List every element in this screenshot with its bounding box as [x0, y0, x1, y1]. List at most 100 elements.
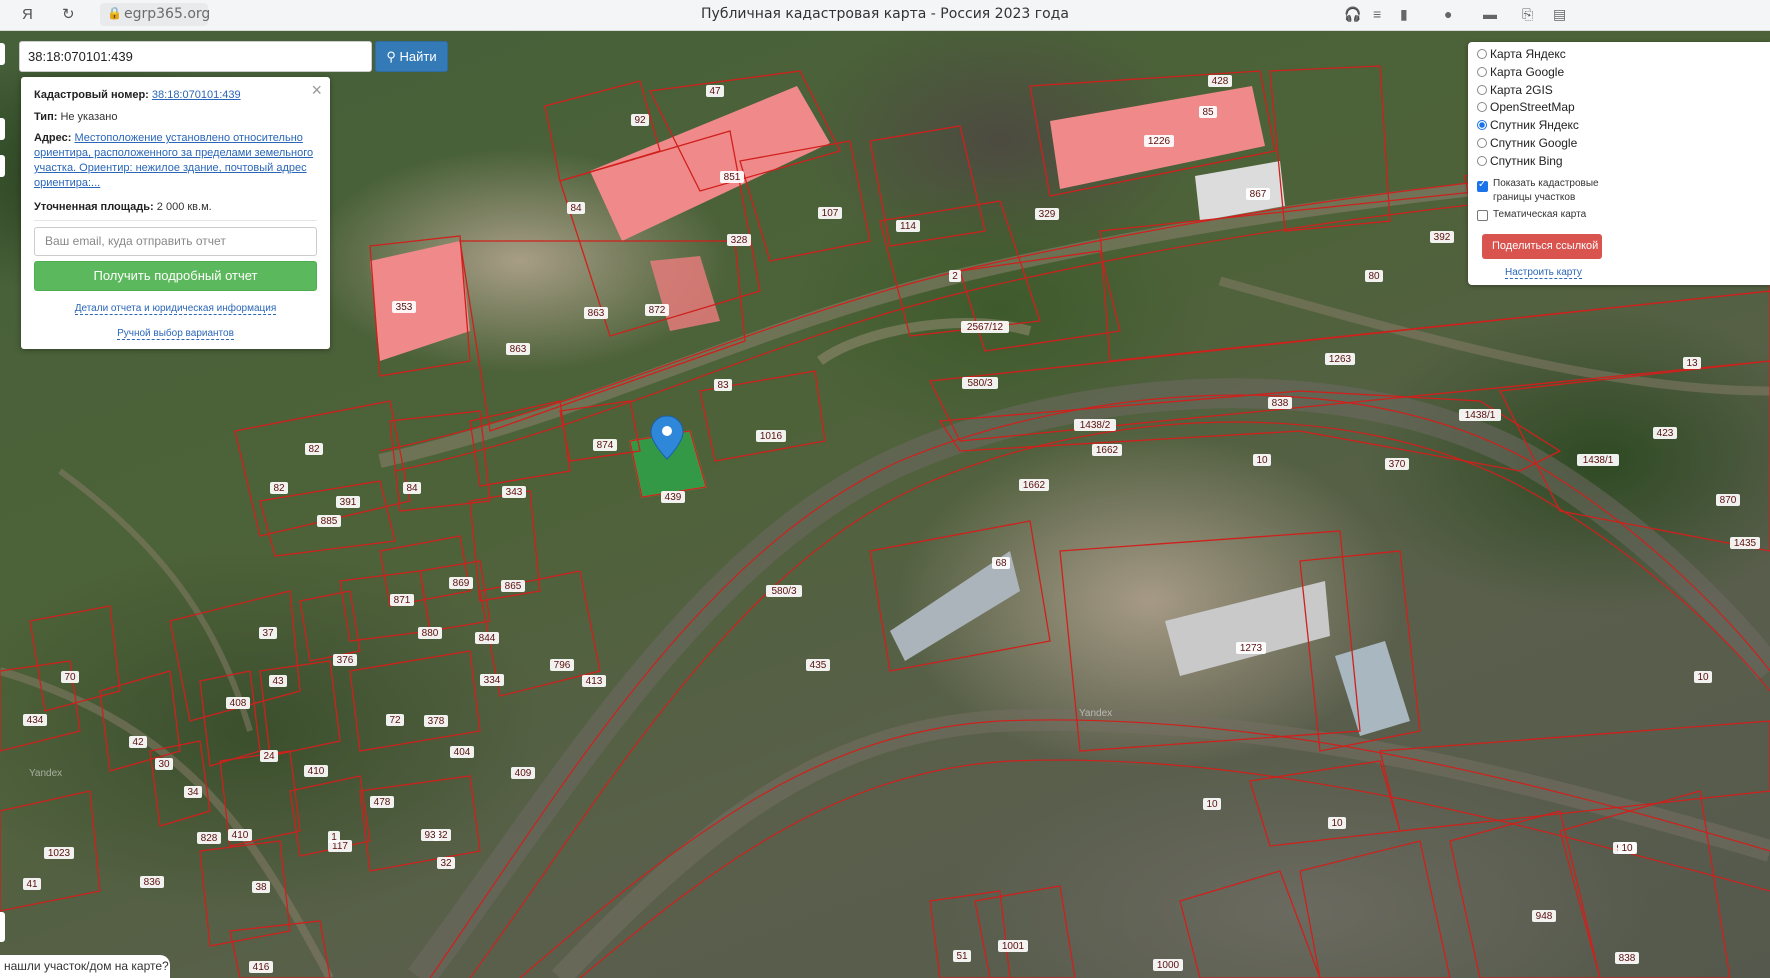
parcel-number-label[interactable]: 838: [1268, 397, 1292, 409]
basemap-option[interactable]: Спутник Bing: [1477, 153, 1563, 170]
parcel-number-label[interactable]: 1438/1: [1577, 454, 1619, 466]
parcel-number-label[interactable]: 1: [328, 831, 340, 843]
radio-button[interactable]: [1477, 66, 1487, 77]
report-details-link[interactable]: Детали отчета и юридическая информация: [74, 303, 277, 315]
configure-map-link[interactable]: Настроить карту: [1505, 267, 1582, 279]
parcel-number-label[interactable]: 880: [418, 627, 442, 639]
parcel-number-label[interactable]: 580/3: [766, 585, 802, 597]
basemap-option[interactable]: Карта Яндекс: [1477, 46, 1566, 63]
parcel-number-label[interactable]: 114: [896, 220, 920, 232]
downloads-icon[interactable]: ⎘: [1522, 6, 1533, 23]
basemap-option[interactable]: Спутник Яндекс: [1477, 117, 1579, 134]
parcel-number-label[interactable]: 51: [953, 950, 971, 962]
parcel-number-label[interactable]: 404: [450, 746, 474, 758]
manual-selection-link[interactable]: Ручной выбор вариантов: [117, 328, 234, 340]
parcel-number-label[interactable]: 343: [502, 486, 526, 498]
parcel-number-label[interactable]: 37: [259, 627, 277, 639]
parcel-number-label[interactable]: 84: [567, 202, 585, 214]
parcel-number-label[interactable]: 334: [480, 674, 504, 686]
parcel-number-label[interactable]: 376: [333, 654, 357, 666]
parcel-number-label[interactable]: 428: [1208, 75, 1232, 87]
basemap-option[interactable]: Карта Google: [1477, 64, 1564, 81]
radio-button[interactable]: [1477, 49, 1487, 59]
search-button[interactable]: ⚲ Найти: [375, 41, 448, 72]
parcel-number-label[interactable]: 10: [1328, 817, 1346, 829]
parcel-number-label[interactable]: 865: [501, 580, 525, 592]
basemap-option[interactable]: Спутник Google: [1477, 135, 1577, 152]
parcel-number-label[interactable]: 83: [714, 379, 732, 391]
show-borders-checkbox[interactable]: [1477, 179, 1488, 192]
parcel-number-label[interactable]: 409: [511, 767, 535, 779]
thematic-map-checkbox[interactable]: [1477, 210, 1488, 221]
parcel-number-label[interactable]: 828: [197, 832, 221, 844]
parcel-number-label[interactable]: 1273: [1236, 642, 1266, 654]
left-tab-1[interactable]: [0, 43, 5, 65]
parcel-number-label[interactable]: 2: [949, 270, 961, 282]
parcel-number-label[interactable]: 1438/2: [1074, 419, 1116, 431]
parcel-number-label[interactable]: 378: [424, 715, 448, 727]
radio-button[interactable]: [1477, 138, 1487, 148]
parcel-number-label[interactable]: 82: [270, 482, 288, 494]
parcel-number-label[interactable]: 439: [661, 491, 685, 503]
parcel-number-label[interactable]: 107: [818, 207, 842, 219]
radio-button[interactable]: [1477, 102, 1487, 113]
parcel-number-label[interactable]: 2567/12: [961, 321, 1009, 333]
address-link[interactable]: Местоположение установлено относительно …: [34, 132, 313, 189]
parcel-number-label[interactable]: 874: [593, 439, 617, 451]
parcel-number-label[interactable]: 1016: [756, 430, 786, 442]
basemap-option[interactable]: Карта 2GIS: [1477, 82, 1553, 99]
parcel-number-label[interactable]: 410: [304, 765, 328, 777]
parcel-number-label[interactable]: 1263: [1325, 353, 1355, 365]
parcel-number-label[interactable]: 68: [992, 557, 1010, 569]
menu-icon[interactable]: ▤: [1553, 6, 1566, 23]
parcel-number-label[interactable]: 13: [1683, 357, 1701, 369]
radio-button[interactable]: [1477, 84, 1487, 95]
parcel-number-label[interactable]: 948: [1532, 910, 1556, 922]
found-parcel-hint[interactable]: нашли участок/дом на карте?: [0, 955, 170, 978]
cadastral-number-link[interactable]: 38:18:070101:439: [152, 89, 241, 101]
parcel-number-label[interactable]: 863: [506, 343, 530, 355]
basemap-option[interactable]: OpenStreetMap: [1477, 99, 1575, 116]
parcel-number-label[interactable]: 836: [140, 876, 164, 888]
parcel-number-label[interactable]: 30: [155, 758, 173, 770]
parcel-number-label[interactable]: 863: [584, 307, 608, 319]
left-tab-2[interactable]: [0, 118, 5, 140]
parcel-number-label[interactable]: 413: [582, 675, 606, 687]
parcel-number-label[interactable]: 392: [1430, 231, 1454, 243]
left-tab-3[interactable]: [0, 155, 5, 177]
cadastral-search-input[interactable]: 38:18:070101:439: [19, 41, 372, 72]
parcel-number-label[interactable]: 34: [184, 786, 202, 798]
parcel-number-label[interactable]: 10: [1618, 842, 1636, 854]
parcel-number-label[interactable]: 84: [403, 482, 421, 494]
parcel-number-label[interactable]: 370: [1385, 458, 1409, 470]
parcel-number-label[interactable]: 353: [392, 301, 416, 313]
share-link-button[interactable]: Поделиться ссылкой: [1482, 234, 1602, 259]
parcel-number-label[interactable]: 10: [1694, 671, 1712, 683]
parcel-number-label[interactable]: 24: [260, 750, 278, 762]
parcel-number-label[interactable]: 70: [61, 671, 79, 683]
parcel-number-label[interactable]: 434: [23, 714, 47, 726]
get-report-button[interactable]: Получить подробный отчет: [34, 261, 317, 291]
parcel-number-label[interactable]: 1438/1: [1459, 409, 1501, 421]
left-tab-4[interactable]: [0, 912, 5, 942]
email-field[interactable]: Ваш email, куда отправить отчет: [34, 227, 317, 256]
parcel-number-label[interactable]: 410: [228, 829, 252, 841]
radio-button[interactable]: [1477, 155, 1487, 166]
parcel-number-label[interactable]: 72: [386, 714, 404, 726]
parcel-number-label[interactable]: 43: [269, 675, 287, 687]
reader-icon[interactable]: ≡: [1373, 6, 1381, 22]
parcel-number-label[interactable]: 844: [475, 632, 499, 644]
headphones-icon[interactable]: 🎧: [1344, 6, 1361, 23]
parcel-number-label[interactable]: 42: [129, 736, 147, 748]
parcel-number-label[interactable]: 867: [1246, 188, 1270, 200]
parcel-number-label[interactable]: 329: [1035, 208, 1059, 220]
parcel-number-label[interactable]: 869: [449, 577, 473, 589]
bookmark-icon[interactable]: ▮: [1400, 6, 1408, 23]
parcel-number-label[interactable]: 41: [23, 878, 41, 890]
parcel-number-label[interactable]: 885: [317, 515, 341, 527]
parcel-number-label[interactable]: 92: [631, 114, 649, 126]
parcel-number-label[interactable]: 391: [336, 496, 360, 508]
parcel-number-label[interactable]: 871: [390, 594, 414, 606]
parcel-number-label[interactable]: 32: [437, 857, 455, 869]
parcel-number-label[interactable]: 416: [249, 961, 273, 973]
